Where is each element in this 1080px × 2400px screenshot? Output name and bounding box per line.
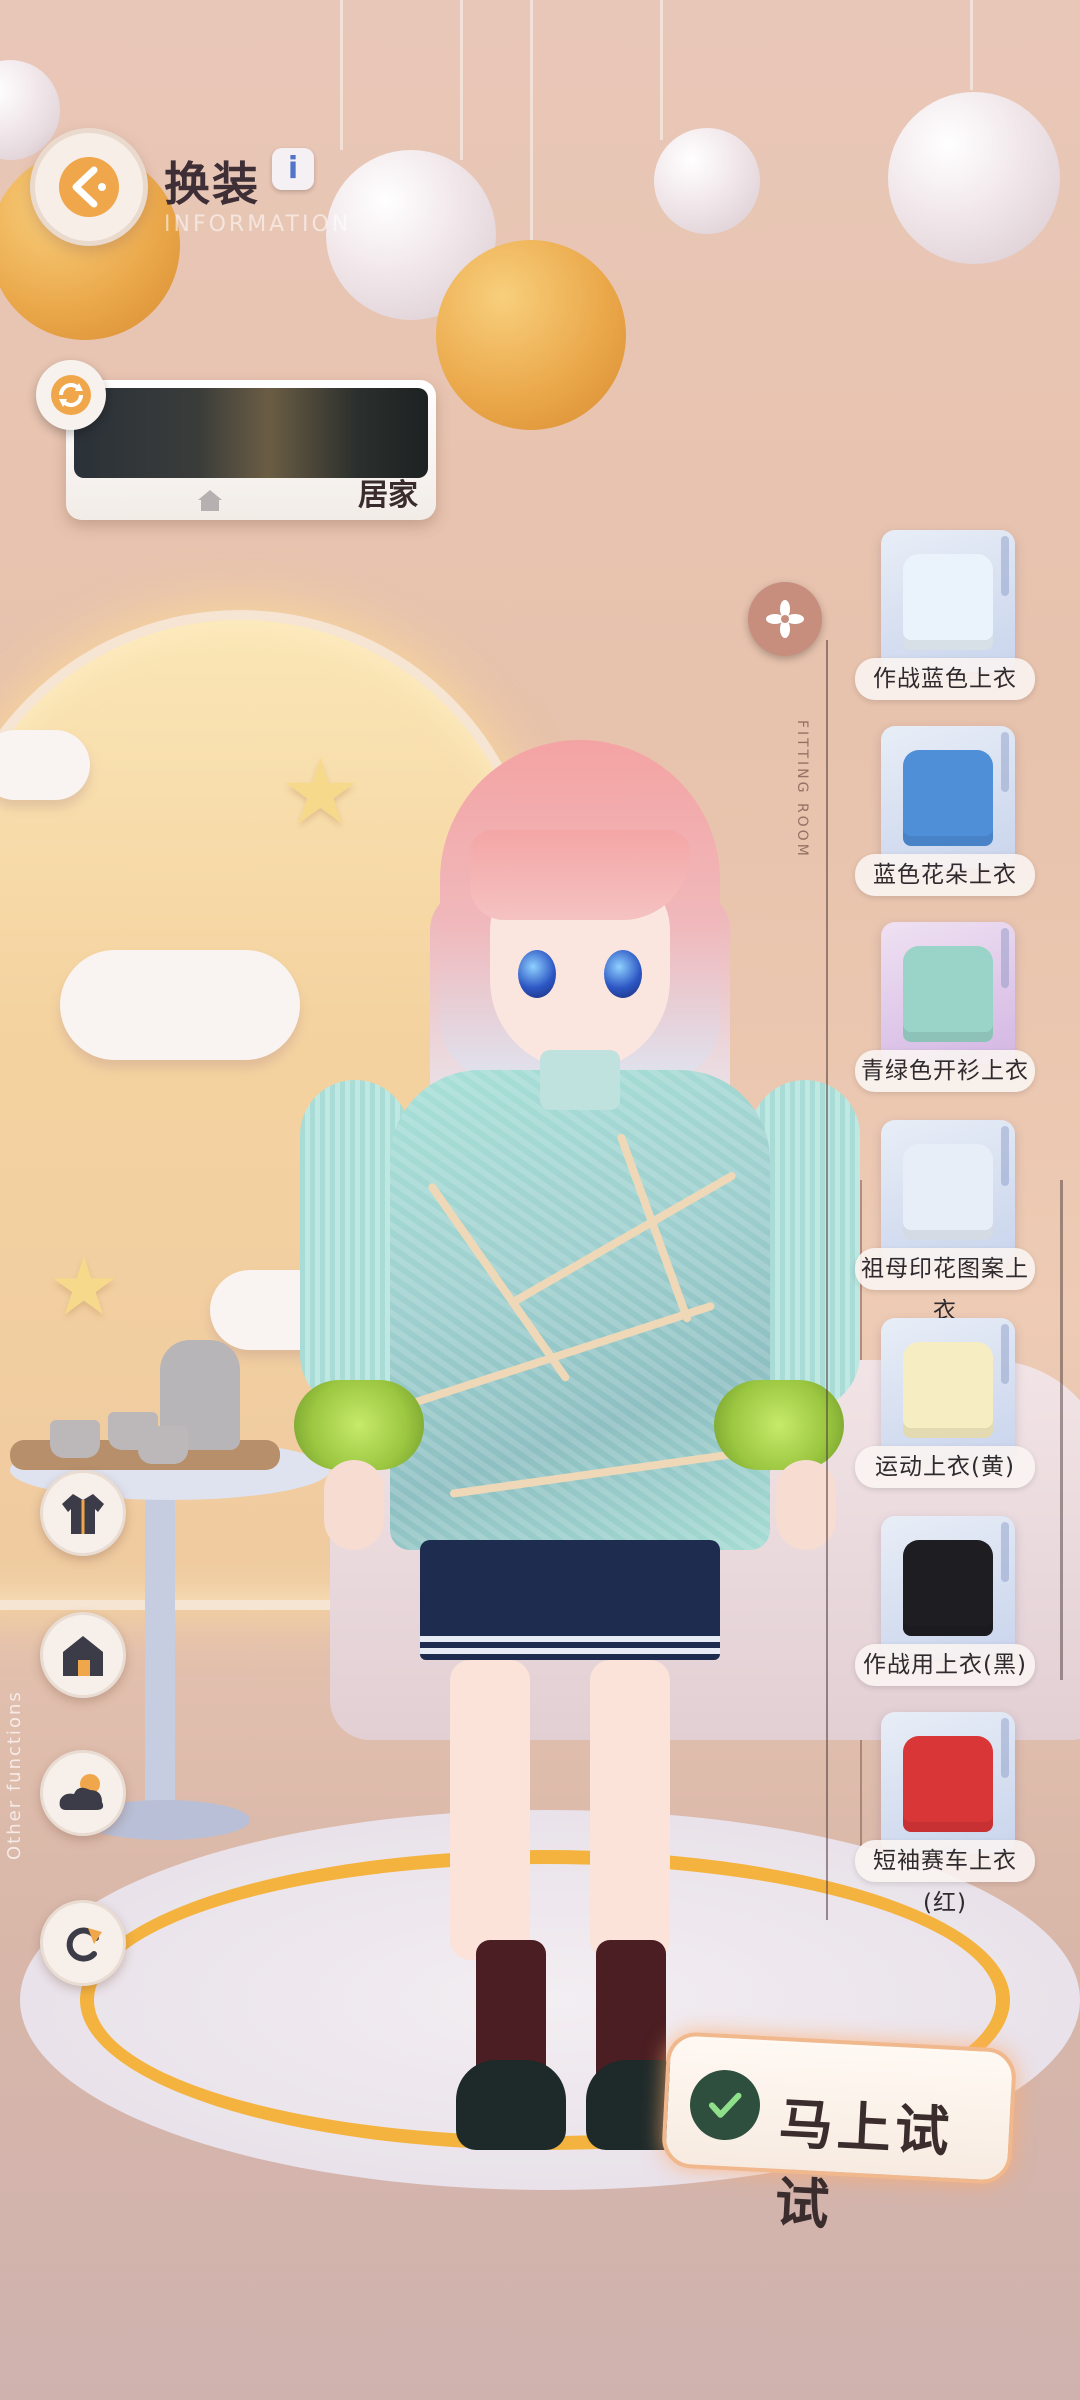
cloud-sun-icon xyxy=(59,1774,104,1810)
wardrobe-item[interactable]: 运动上衣(黄) xyxy=(855,1318,1035,1508)
ornament-string xyxy=(530,0,533,250)
refresh-scene-button[interactable] xyxy=(36,360,106,430)
wardrobe-item-thumbnail xyxy=(881,1516,1015,1658)
house-icon xyxy=(63,1636,103,1676)
back-arrow-icon xyxy=(59,157,119,217)
flower-icon xyxy=(766,600,804,638)
wardrobe-item-label: 蓝色花朵上衣 xyxy=(855,854,1035,896)
room-button[interactable] xyxy=(40,1612,126,1698)
ornament-string xyxy=(970,0,973,90)
garment-image xyxy=(903,554,993,650)
wardrobe-item-thumbnail xyxy=(881,1712,1015,1854)
ornament-ball xyxy=(654,128,760,234)
other-functions-label: Other functions xyxy=(4,1690,25,1860)
star-decoration: ★ xyxy=(48,1240,120,1333)
wardrobe-item-thumbnail xyxy=(881,1120,1015,1262)
character-shorts xyxy=(420,1540,720,1660)
wardrobe-item-thumbnail xyxy=(881,530,1015,672)
jacket-icon xyxy=(62,1494,104,1534)
cloud-decoration xyxy=(60,950,300,1060)
wardrobe-item[interactable]: 祖母印花图案上衣 xyxy=(855,1120,1035,1324)
wardrobe-item[interactable]: 作战蓝色上衣 xyxy=(855,530,1035,720)
back-button[interactable] xyxy=(30,128,148,246)
ornament-string xyxy=(460,0,463,160)
wardrobe-item-label: 作战用上衣(黑) xyxy=(855,1644,1035,1686)
fitting-room-label: FITTING ROOM xyxy=(794,720,810,859)
garment-image xyxy=(903,1540,993,1636)
wardrobe-item-thumbnail xyxy=(881,726,1015,868)
ornament-ball xyxy=(888,92,1060,264)
right-cuff xyxy=(714,1380,844,1470)
scene-label: 居家 xyxy=(358,478,418,513)
wardrobe-item-label: 短袖赛车上衣(红) xyxy=(855,1840,1035,1916)
page-subtitle: INFORMATION xyxy=(164,212,352,237)
garment-image xyxy=(903,750,993,846)
check-icon xyxy=(688,2068,762,2142)
wardrobe-item[interactable]: 蓝色花朵上衣 xyxy=(855,726,1035,916)
garment-image xyxy=(903,946,993,1042)
refresh-icon xyxy=(51,375,91,415)
cloud-decoration xyxy=(0,730,90,800)
garment-image xyxy=(903,1144,993,1240)
page-title: 换装 xyxy=(164,157,260,211)
wardrobe-item-label: 作战蓝色上衣 xyxy=(855,658,1035,700)
wardrobe-item-thumbnail xyxy=(881,1318,1015,1460)
wardrobe-item[interactable]: 短袖赛车上衣(红) xyxy=(855,1712,1035,1916)
left-cuff xyxy=(294,1380,424,1470)
left-shoe xyxy=(456,2060,566,2150)
character-avatar[interactable] xyxy=(294,740,860,2200)
wardrobe-item-label: 祖母印花图案上衣 xyxy=(855,1248,1035,1324)
home-icon xyxy=(198,490,222,511)
scene-selector-card[interactable]: 居家 xyxy=(66,380,436,520)
reset-button[interactable] xyxy=(40,1900,126,1986)
wardrobe-item[interactable]: 作战用上衣(黑) xyxy=(855,1516,1035,1706)
ornament-string xyxy=(340,0,343,150)
ornament-string xyxy=(660,0,663,140)
wardrobe-item[interactable]: 青绿色开衫上衣 xyxy=(855,922,1035,1112)
info-icon[interactable]: i xyxy=(272,148,314,190)
rotate-icon xyxy=(66,1927,102,1962)
garment-image xyxy=(903,1342,993,1438)
weather-button[interactable] xyxy=(40,1750,126,1836)
wardrobe-item-label: 运动上衣(黄) xyxy=(855,1446,1035,1488)
scene-thumbnail xyxy=(74,388,428,478)
wardrobe-item-label: 青绿色开衫上衣 xyxy=(855,1050,1035,1092)
character-top xyxy=(390,1070,770,1550)
try-now-button[interactable]: 马上试试 xyxy=(660,2030,1018,2237)
fitting-room-badge[interactable] xyxy=(748,582,822,656)
outfit-button[interactable] xyxy=(40,1470,126,1556)
garment-image xyxy=(903,1736,993,1832)
try-now-label: 马上试试 xyxy=(773,2091,955,2237)
wardrobe-item-thumbnail xyxy=(881,922,1015,1064)
ornament-ball xyxy=(436,240,626,430)
